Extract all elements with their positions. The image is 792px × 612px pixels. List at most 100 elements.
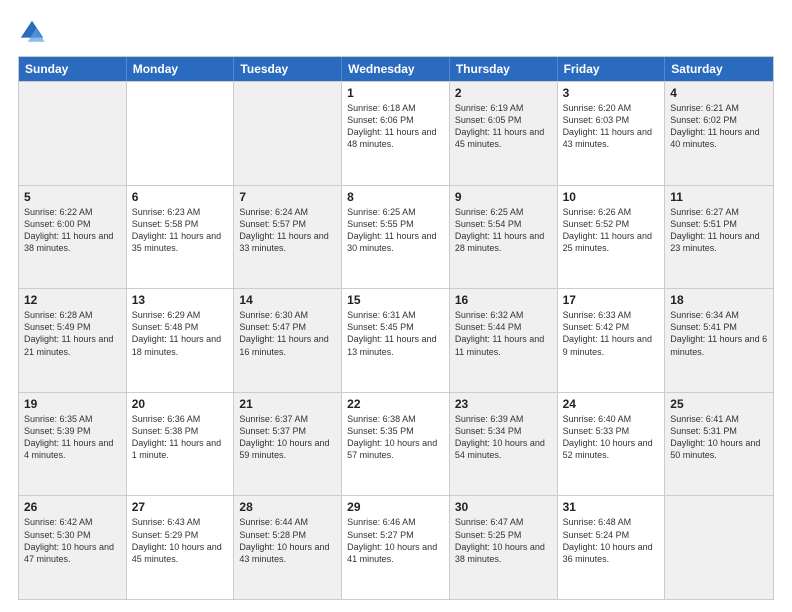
- day-number: 24: [563, 397, 660, 411]
- cell-info: Sunrise: 6:43 AM Sunset: 5:29 PM Dayligh…: [132, 516, 229, 565]
- cal-cell: 23Sunrise: 6:39 AM Sunset: 5:34 PM Dayli…: [450, 393, 558, 496]
- day-number: 19: [24, 397, 121, 411]
- cell-info: Sunrise: 6:36 AM Sunset: 5:38 PM Dayligh…: [132, 413, 229, 462]
- header: [18, 18, 774, 46]
- cal-cell: 30 Sunrise: 6:47 AM Sunset: 5:25 PM Dayli…: [450, 496, 558, 599]
- cal-cell: 17 Sunrise: 6:33 AM Sunset: 5:42 PM Dayli…: [558, 289, 666, 392]
- day-number: 2: [455, 86, 552, 100]
- cell-info: Sunrise: 6:31 AM Sunset: 5:45 PM Dayligh…: [347, 309, 444, 358]
- logo: [18, 18, 50, 46]
- cell-info: Sunrise: 6:38 AM Sunset: 5:35 PM Dayligh…: [347, 413, 444, 462]
- cell-info: Sunrise: 6:33 AM Sunset: 5:42 PM Dayligh…: [563, 309, 660, 358]
- cal-cell: 1 Sunrise: 6:18 AM Sunset: 6:06 PM Daylig…: [342, 82, 450, 185]
- cal-cell: 24 Sunrise: 6:40 AM Sunset: 5:33 PM Dayli…: [558, 393, 666, 496]
- cal-cell: 16 Sunrise: 6:32 AM Sunset: 5:44 PM Dayli…: [450, 289, 558, 392]
- cell-info: Sunrise: 6:23 AM Sunset: 5:58 PM Dayligh…: [132, 206, 229, 255]
- cal-cell: 15Sunrise: 6:31 AM Sunset: 5:45 PM Dayli…: [342, 289, 450, 392]
- day-number: 20: [132, 397, 229, 411]
- cell-info: Sunrise: 6:25 AM Sunset: 5:55 PM Dayligh…: [347, 206, 444, 255]
- cell-info: Sunrise: 6:26 AM Sunset: 5:52 PM Dayligh…: [563, 206, 660, 255]
- cal-cell: 29 Sunrise: 6:46 AM Sunset: 5:27 PM Dayli…: [342, 496, 450, 599]
- day-number: 14: [239, 293, 336, 307]
- cal-cell: 21 Sunrise: 6:37 AM Sunset: 5:37 PM Dayli…: [234, 393, 342, 496]
- cal-cell: 12 Sunrise: 6:28 AM Sunset: 5:49 PM Dayli…: [19, 289, 127, 392]
- cell-info: Sunrise: 6:47 AM Sunset: 5:25 PM Dayligh…: [455, 516, 552, 565]
- day-number: 18: [670, 293, 768, 307]
- header-day-saturday: Saturday: [665, 57, 773, 81]
- cal-cell: 9Sunrise: 6:25 AM Sunset: 5:54 PM Daylig…: [450, 186, 558, 289]
- page: SundayMondayTuesdayWednesdayThursdayFrid…: [0, 0, 792, 612]
- day-number: 13: [132, 293, 229, 307]
- day-number: 8: [347, 190, 444, 204]
- cell-info: Sunrise: 6:24 AM Sunset: 5:57 PM Dayligh…: [239, 206, 336, 255]
- day-number: 7: [239, 190, 336, 204]
- cal-cell: 2 Sunrise: 6:19 AM Sunset: 6:05 PM Daylig…: [450, 82, 558, 185]
- cal-cell: 25 Sunrise: 6:41 AM Sunset: 5:31 PM Dayli…: [665, 393, 773, 496]
- day-number: 21: [239, 397, 336, 411]
- calendar: SundayMondayTuesdayWednesdayThursdayFrid…: [18, 56, 774, 600]
- calendar-row-3: 19 Sunrise: 6:35 AM Sunset: 5:39 PM Dayli…: [19, 392, 773, 496]
- calendar-row-0: 1 Sunrise: 6:18 AM Sunset: 6:06 PM Daylig…: [19, 81, 773, 185]
- cal-cell: [234, 82, 342, 185]
- cell-info: Sunrise: 6:30 AM Sunset: 5:47 PM Dayligh…: [239, 309, 336, 358]
- cell-info: Sunrise: 6:27 AM Sunset: 5:51 PM Dayligh…: [670, 206, 768, 255]
- cell-info: Sunrise: 6:39 AM Sunset: 5:34 PM Dayligh…: [455, 413, 552, 462]
- header-day-wednesday: Wednesday: [342, 57, 450, 81]
- calendar-row-2: 12 Sunrise: 6:28 AM Sunset: 5:49 PM Dayli…: [19, 288, 773, 392]
- cell-info: Sunrise: 6:40 AM Sunset: 5:33 PM Dayligh…: [563, 413, 660, 462]
- cell-info: Sunrise: 6:41 AM Sunset: 5:31 PM Dayligh…: [670, 413, 768, 462]
- cal-cell: 13 Sunrise: 6:29 AM Sunset: 5:48 PM Dayli…: [127, 289, 235, 392]
- day-number: 26: [24, 500, 121, 514]
- cal-cell: 11 Sunrise: 6:27 AM Sunset: 5:51 PM Dayli…: [665, 186, 773, 289]
- calendar-row-1: 5Sunrise: 6:22 AM Sunset: 6:00 PM Daylig…: [19, 185, 773, 289]
- cal-cell: 7 Sunrise: 6:24 AM Sunset: 5:57 PM Daylig…: [234, 186, 342, 289]
- cell-info: Sunrise: 6:18 AM Sunset: 6:06 PM Dayligh…: [347, 102, 444, 151]
- cell-info: Sunrise: 6:32 AM Sunset: 5:44 PM Dayligh…: [455, 309, 552, 358]
- day-number: 22: [347, 397, 444, 411]
- day-number: 1: [347, 86, 444, 100]
- day-number: 10: [563, 190, 660, 204]
- day-number: 3: [563, 86, 660, 100]
- cell-info: Sunrise: 6:19 AM Sunset: 6:05 PM Dayligh…: [455, 102, 552, 151]
- day-number: 28: [239, 500, 336, 514]
- cal-cell: 14 Sunrise: 6:30 AM Sunset: 5:47 PM Dayli…: [234, 289, 342, 392]
- cal-cell: 5Sunrise: 6:22 AM Sunset: 6:00 PM Daylig…: [19, 186, 127, 289]
- calendar-body: 1 Sunrise: 6:18 AM Sunset: 6:06 PM Daylig…: [19, 81, 773, 599]
- day-number: 27: [132, 500, 229, 514]
- cell-info: Sunrise: 6:37 AM Sunset: 5:37 PM Dayligh…: [239, 413, 336, 462]
- cell-info: Sunrise: 6:20 AM Sunset: 6:03 PM Dayligh…: [563, 102, 660, 151]
- header-day-tuesday: Tuesday: [234, 57, 342, 81]
- cal-cell: [19, 82, 127, 185]
- day-number: 17: [563, 293, 660, 307]
- day-number: 29: [347, 500, 444, 514]
- day-number: 6: [132, 190, 229, 204]
- cell-info: Sunrise: 6:35 AM Sunset: 5:39 PM Dayligh…: [24, 413, 121, 462]
- day-number: 12: [24, 293, 121, 307]
- day-number: 4: [670, 86, 768, 100]
- cell-info: Sunrise: 6:46 AM Sunset: 5:27 PM Dayligh…: [347, 516, 444, 565]
- day-number: 31: [563, 500, 660, 514]
- cal-cell: 28Sunrise: 6:44 AM Sunset: 5:28 PM Dayli…: [234, 496, 342, 599]
- cal-cell: 20 Sunrise: 6:36 AM Sunset: 5:38 PM Dayli…: [127, 393, 235, 496]
- cal-cell: [127, 82, 235, 185]
- cal-cell: 10 Sunrise: 6:26 AM Sunset: 5:52 PM Dayli…: [558, 186, 666, 289]
- day-number: 11: [670, 190, 768, 204]
- cal-cell: 18Sunrise: 6:34 AM Sunset: 5:41 PM Dayli…: [665, 289, 773, 392]
- header-day-thursday: Thursday: [450, 57, 558, 81]
- day-number: 16: [455, 293, 552, 307]
- header-day-friday: Friday: [558, 57, 666, 81]
- cal-cell: [665, 496, 773, 599]
- cell-info: Sunrise: 6:21 AM Sunset: 6:02 PM Dayligh…: [670, 102, 768, 151]
- cal-cell: 27 Sunrise: 6:43 AM Sunset: 5:29 PM Dayli…: [127, 496, 235, 599]
- cal-cell: 31Sunrise: 6:48 AM Sunset: 5:24 PM Dayli…: [558, 496, 666, 599]
- logo-icon: [18, 18, 46, 46]
- cal-cell: 19 Sunrise: 6:35 AM Sunset: 5:39 PM Dayli…: [19, 393, 127, 496]
- calendar-header-row: SundayMondayTuesdayWednesdayThursdayFrid…: [19, 57, 773, 81]
- day-number: 30: [455, 500, 552, 514]
- cell-info: Sunrise: 6:29 AM Sunset: 5:48 PM Dayligh…: [132, 309, 229, 358]
- cell-info: Sunrise: 6:28 AM Sunset: 5:49 PM Dayligh…: [24, 309, 121, 358]
- cell-info: Sunrise: 6:42 AM Sunset: 5:30 PM Dayligh…: [24, 516, 121, 565]
- day-number: 9: [455, 190, 552, 204]
- day-number: 25: [670, 397, 768, 411]
- cell-info: Sunrise: 6:22 AM Sunset: 6:00 PM Dayligh…: [24, 206, 121, 255]
